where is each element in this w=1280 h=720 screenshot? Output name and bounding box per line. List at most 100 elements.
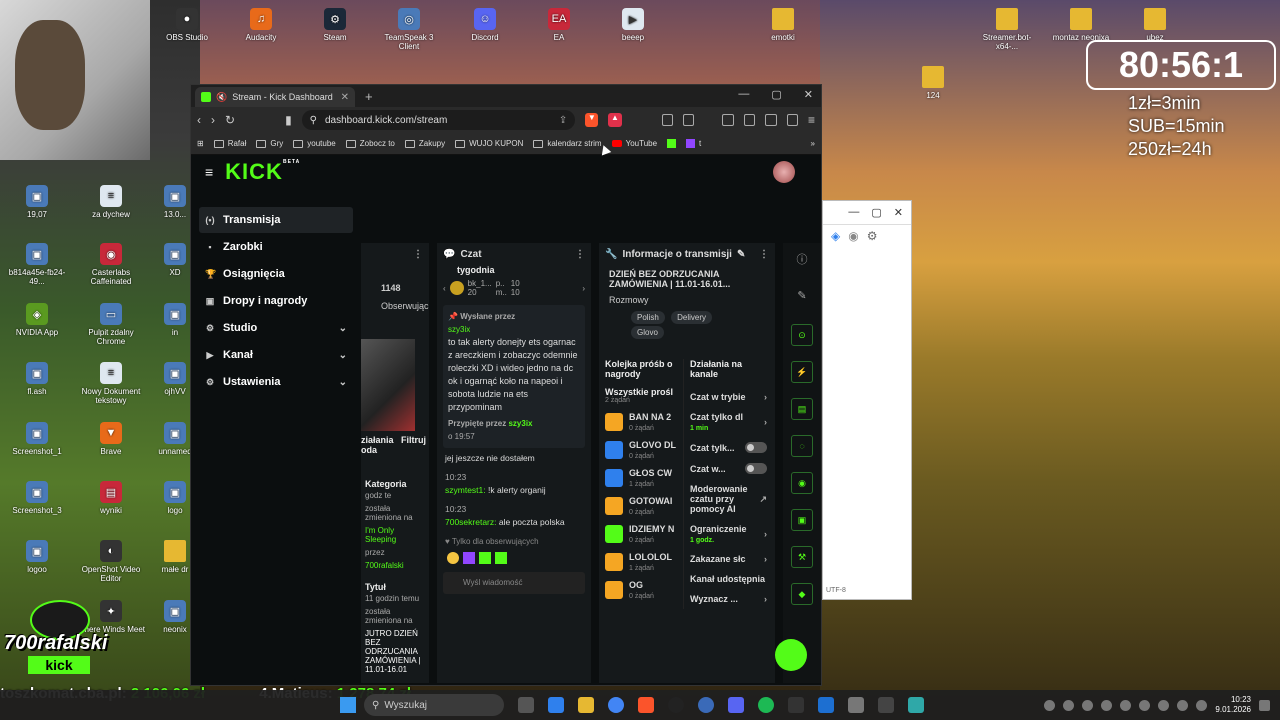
reload-icon[interactable]: ↻ xyxy=(225,113,235,127)
maximize-icon[interactable]: ▢ xyxy=(871,206,881,219)
share-icon[interactable]: ⇪ xyxy=(559,115,567,126)
queue-filter[interactable]: Wszystkie prośl xyxy=(599,379,683,397)
desktop-icon-nvidia[interactable]: ◈ NVIDIA App xyxy=(2,303,72,337)
scene-icon[interactable]: ⊙ xyxy=(791,324,813,346)
minimize-icon[interactable]: — xyxy=(848,206,859,219)
desktop-icon-b814[interactable]: ▣ b814a45e-fb24-49... xyxy=(2,243,72,286)
hamburger-menu-icon[interactable]: ≡ xyxy=(205,164,213,180)
toggle-switch[interactable] xyxy=(745,442,767,453)
sidebar-item-osiągnięcia[interactable]: 🏆 Osiągnięcia xyxy=(199,261,353,287)
chrome-icon[interactable] xyxy=(608,697,624,713)
outlook-icon[interactable] xyxy=(548,697,564,713)
sidebar-item-ustawienia[interactable]: ⚙ Ustawienia ⌄ xyxy=(199,369,353,395)
app-icon[interactable] xyxy=(818,697,834,713)
support-button[interactable] xyxy=(775,639,807,671)
close-icon[interactable]: ✕ xyxy=(894,206,903,219)
bookmark-kalendarz[interactable]: kalendarz strim xyxy=(533,139,602,148)
pencil-icon[interactable]: ✎ xyxy=(783,289,821,302)
app-icon[interactable] xyxy=(788,697,804,713)
desktop-icon-nowy-dokument[interactable]: ≡ Nowy Dokument tekstowy xyxy=(76,362,146,405)
desktop-icon-zadychew[interactable]: ≡ za dychew xyxy=(76,185,146,219)
brave-icon[interactable] xyxy=(638,697,654,713)
clock[interactable]: 10:23 9.01.2026 xyxy=(1215,695,1251,715)
widgets-icon[interactable]: ◆ xyxy=(791,583,813,605)
tab-search-icon[interactable] xyxy=(682,114,695,126)
emote-icon[interactable] xyxy=(447,552,459,564)
sidebar-item-dropy-i-nagrody[interactable]: ▣ Dropy i nagrody xyxy=(199,288,353,314)
desktop-icon-screenshot3[interactable]: ▣ Screenshot_3 xyxy=(2,481,72,515)
wallet-icon[interactable] xyxy=(743,114,756,126)
desktop-icon-ea[interactable]: EA EA xyxy=(524,8,594,42)
back-icon[interactable]: ‹ xyxy=(197,113,201,127)
app-icon[interactable] xyxy=(848,697,864,713)
desktop-icon-teamspeak[interactable]: ◎ TeamSpeak 3 Client xyxy=(374,8,444,51)
teamspeak-icon[interactable] xyxy=(698,697,714,713)
vpn-icon[interactable] xyxy=(786,114,798,126)
desktop-icon-1907[interactable]: ▣ 19,07 xyxy=(2,185,72,219)
forward-icon[interactable]: › xyxy=(211,113,215,127)
browser-window[interactable]: 🔇 Stream - Kick Dashboard ✕ + — ▢ ✕ ‹ › … xyxy=(190,84,822,686)
desktop-icon-ubez[interactable]: ubez xyxy=(1120,8,1190,42)
obs-icon[interactable] xyxy=(668,697,684,713)
leaderboard-prev-icon[interactable]: ‹ xyxy=(443,284,446,293)
channel-action-item[interactable]: Zakazane słc › xyxy=(684,549,773,569)
sidebar-item-transmisja[interactable]: (•) Transmisja xyxy=(199,207,353,233)
bookmark-zobocz[interactable]: Zobocz to xyxy=(345,139,395,148)
bookmark-icon[interactable]: ▮ xyxy=(285,113,292,127)
sidebar-item-kanał[interactable]: ▶ Kanał ⌄ xyxy=(199,342,353,368)
channel-action-item[interactable]: Wyznacz ... › xyxy=(684,589,773,609)
brave-rewards-icon[interactable]: ▲ xyxy=(608,113,622,127)
desktop-icon-discord[interactable]: ☺ Discord xyxy=(450,8,520,42)
queue-item[interactable]: IDZIEMY N0 żądań xyxy=(599,520,683,548)
bookmark-youtube-folder[interactable]: youtube xyxy=(293,139,336,148)
tray-app-icon[interactable] xyxy=(1120,699,1132,711)
bluetooth-icon[interactable] xyxy=(1063,699,1075,711)
windows-start-icon[interactable] xyxy=(340,697,356,713)
profile-icon[interactable]: ◉ xyxy=(848,229,858,243)
desktop-icon-chrome-remote[interactable]: ▭ Pulpit zdalny Chrome xyxy=(76,303,146,346)
queue-item[interactable]: GLOVO DL 0 żądań xyxy=(599,436,683,464)
notifications-icon[interactable] xyxy=(1259,699,1270,711)
lightning-icon[interactable]: ⚡ xyxy=(791,361,813,383)
emote-icon[interactable] xyxy=(479,552,491,564)
desktop-icon-emotki[interactable]: emotki xyxy=(748,8,818,42)
chevron-down-icon[interactable]: ⌄ xyxy=(339,323,347,334)
desktop-icon-montaz[interactable]: montaz neonixa xyxy=(1046,8,1116,42)
queue-item[interactable]: GOTOWAI 0 żądań xyxy=(599,492,683,520)
queue-item[interactable]: GŁOS CW 1 żądań xyxy=(599,464,683,492)
queue-item[interactable]: BAN NA 20 żądań xyxy=(599,408,683,436)
leaderboard-next-icon[interactable]: › xyxy=(582,284,585,293)
sidebar-icon[interactable] xyxy=(722,114,734,126)
info-icon[interactable]: ⓘ xyxy=(783,251,821,267)
secondary-browser-window[interactable]: — ▢ ✕ ◈ ◉ ⚙ UTF-8 xyxy=(822,200,912,600)
microphone-icon[interactable] xyxy=(1158,699,1170,711)
video-icon[interactable]: ▣ xyxy=(791,509,813,531)
info-options-icon[interactable]: ⋮ xyxy=(759,249,769,260)
channel-action-item[interactable]: Kanał udostępnia xyxy=(684,569,773,589)
extensions-icon[interactable] xyxy=(661,114,673,126)
wrench-icon[interactable]: ⚒ xyxy=(791,546,813,568)
bookmark-youtube[interactable]: YouTube xyxy=(611,139,657,148)
stream-preview-thumbnail[interactable] xyxy=(361,339,415,431)
desktop-icon-124[interactable]: 124 xyxy=(898,66,968,100)
file-explorer-icon[interactable] xyxy=(578,697,594,713)
spotify-icon[interactable] xyxy=(758,697,774,713)
bookmark-rafal[interactable]: Rafał xyxy=(213,139,246,148)
bookmark-twitch[interactable]: t xyxy=(686,139,701,148)
channel-action-item[interactable]: Ograniczenie 1 godz. › xyxy=(684,519,773,549)
desktop-icon-wyniki[interactable]: ▤ wyniki xyxy=(76,481,146,515)
app-icon[interactable] xyxy=(878,697,894,713)
desktop-icon-screenshot1[interactable]: ▣ Screenshot_1 xyxy=(2,422,72,456)
close-tab-icon[interactable]: ✕ xyxy=(341,92,349,103)
tray-app-icon[interactable] xyxy=(1101,699,1113,711)
desktop-icon-brave[interactable]: ▼ Brave xyxy=(76,422,146,456)
channel-action-item[interactable]: Czat tylko dl 1 min › xyxy=(684,407,773,437)
chevron-up-icon[interactable] xyxy=(1044,699,1056,711)
desktop-icon-steam[interactable]: ⚙ Steam xyxy=(300,8,370,42)
chevron-down-icon[interactable]: ⌄ xyxy=(339,377,347,388)
app-icon[interactable] xyxy=(908,697,924,713)
gear-icon[interactable]: ⚙ xyxy=(867,229,878,243)
kick-logo[interactable]: KICKBETA xyxy=(225,159,300,185)
queue-item[interactable]: OG 0 żądań xyxy=(599,576,683,604)
clipboard-icon[interactable]: ▤ xyxy=(791,398,813,420)
